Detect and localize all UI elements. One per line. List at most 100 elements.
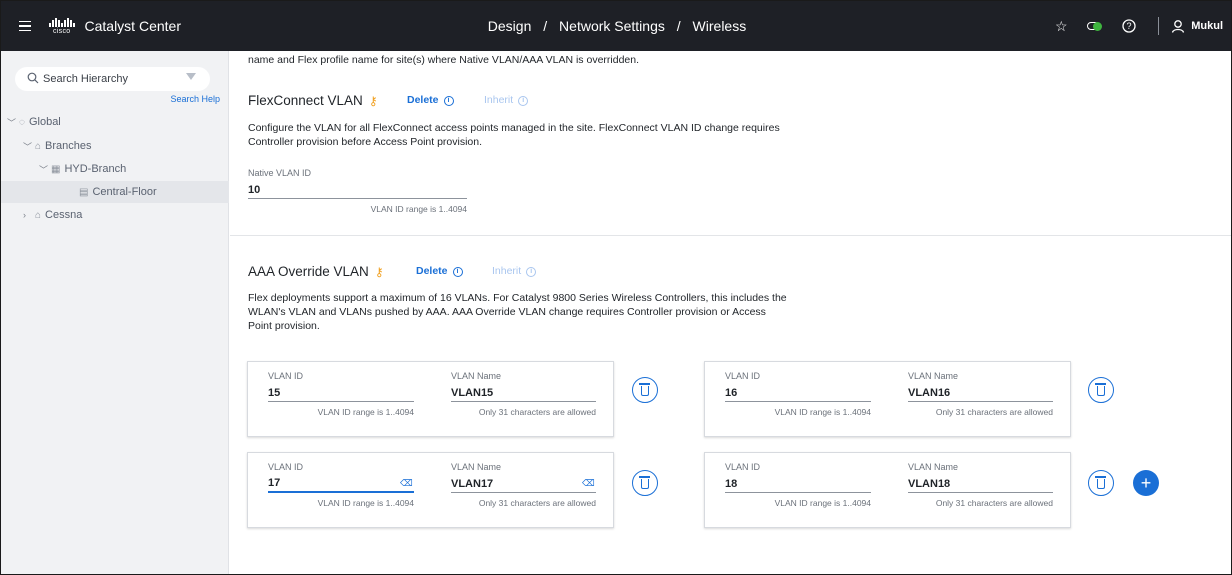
tree-item-hyd-branch[interactable]: ﹀ ▦ HYD-Branch (39, 158, 126, 180)
vlan-card: VLAN ID VLAN ID range is 1..4094 VLAN Na… (704, 452, 1071, 528)
vlan-id-input[interactable] (725, 475, 871, 493)
vlan-id-helper: VLAN ID range is 1..4094 (774, 407, 871, 417)
delete-vlan-button[interactable] (632, 377, 658, 403)
vlan-id-label: VLAN ID (268, 462, 304, 472)
star-icon[interactable]: ☆ (1044, 1, 1078, 51)
info-icon[interactable]: i (452, 267, 463, 277)
delete-vlan-button[interactable] (632, 470, 658, 496)
delete-label: Delete (416, 265, 448, 277)
chevron-down-icon[interactable]: ﹀ (23, 140, 35, 153)
tree-item-label: Global (28, 116, 61, 128)
flexconnect-delete-button[interactable]: Delete i (407, 94, 454, 106)
aaa-description-line2: WLAN's VLAN and VLANs pushed by AAA. AAA… (248, 306, 766, 318)
key-icon: ⚷ (368, 93, 378, 108)
vlan-name-input[interactable] (908, 475, 1053, 493)
top-bar: cisco Catalyst Center Design / Network S… (1, 1, 1231, 51)
vlan-name-input[interactable] (451, 475, 596, 493)
vlan-id-input[interactable] (268, 475, 414, 493)
floor-icon: ▤ (79, 186, 89, 198)
user-icon (1172, 20, 1185, 33)
section-title: AAA Override VLAN (248, 264, 369, 279)
tree-item-label: Cessna (45, 209, 83, 221)
info-icon[interactable]: i (526, 267, 537, 277)
vlan-name-helper: Only 31 characters are allowed (478, 498, 596, 508)
search-hierarchy-box (15, 67, 210, 91)
cisco-logo: cisco (49, 17, 75, 35)
inherit-label: Inherit (492, 265, 522, 277)
delete-vlan-button[interactable] (1088, 470, 1114, 496)
vlan-id-input[interactable] (268, 384, 414, 402)
building-icon: ⌂ (35, 209, 42, 221)
breadcrumb-design[interactable]: Design (488, 18, 532, 34)
trash-icon (1095, 383, 1106, 396)
breadcrumb-separator: / (676, 18, 681, 34)
key-icon: ⚷ (374, 264, 384, 279)
aaa-override-vlan-heading: AAA Override VLAN ⚷ (248, 264, 384, 279)
user-name: Mukul (1191, 20, 1223, 32)
vlan-name-label: VLAN Name (451, 371, 502, 381)
vlan-id-label: VLAN ID (268, 371, 304, 381)
native-vlan-label: Native VLAN ID (248, 168, 312, 178)
info-icon[interactable]: i (518, 96, 529, 106)
vlan-id-input[interactable] (725, 384, 871, 402)
vlan-name-input[interactable] (451, 384, 596, 402)
native-vlan-helper: VLAN ID range is 1..4094 (370, 204, 467, 214)
vlan-id-helper: VLAN ID range is 1..4094 (774, 498, 871, 508)
vlan-id-label: VLAN ID (725, 371, 761, 381)
tree-item-global[interactable]: ﹀ ◌ Global (7, 111, 61, 133)
tree-item-branches[interactable]: ﹀ ⌂ Branches (23, 135, 92, 157)
flexconnect-description-line2: Controller provision before Access Point… (248, 136, 483, 148)
breadcrumb-wireless: Wireless (692, 18, 747, 34)
help-icon[interactable]: ? (1112, 1, 1146, 51)
menu-icon[interactable] (9, 20, 41, 32)
clear-input-icon[interactable]: ⌫ (582, 478, 595, 489)
tree-item-label: Branches (45, 140, 92, 152)
info-icon[interactable]: i (443, 96, 454, 106)
cisco-wordmark: cisco (53, 27, 71, 35)
chevron-down-icon[interactable]: ﹀ (7, 116, 19, 129)
search-hierarchy-input[interactable] (43, 73, 173, 85)
tree-item-cessna[interactable]: › ⌂ Cessna (23, 204, 82, 226)
tree-item-label: HYD-Branch (64, 163, 127, 175)
health-icon[interactable] (1078, 1, 1112, 51)
vlan-card: VLAN ID VLAN ID range is 1..4094 VLAN Na… (247, 361, 614, 437)
tree-item-central-floor[interactable]: ▤ Central-Floor (79, 181, 157, 203)
chevron-right-icon[interactable]: › (23, 210, 35, 220)
delete-vlan-button[interactable] (1088, 377, 1114, 403)
filter-icon[interactable] (186, 73, 196, 80)
vlan-name-label: VLAN Name (451, 462, 502, 472)
user-menu[interactable]: Mukul (1171, 19, 1223, 33)
vlan-name-input[interactable] (908, 384, 1053, 402)
trash-icon (1095, 476, 1106, 489)
vlan-name-label: VLAN Name (908, 462, 959, 472)
trash-icon (639, 383, 650, 396)
aaa-inherit-button[interactable]: Inherit i (492, 265, 537, 277)
add-vlan-button[interactable]: + (1133, 470, 1159, 496)
top-bar-actions: ☆ ? Mukul (1044, 1, 1231, 51)
clear-input-icon[interactable]: ⌫ (400, 478, 413, 489)
vlan-name-helper: Only 31 characters are allowed (478, 407, 596, 417)
trash-icon (639, 476, 650, 489)
floor-building-icon: ▦ (51, 163, 61, 175)
flexconnect-inherit-button[interactable]: Inherit i (484, 94, 529, 106)
vlan-id-helper: VLAN ID range is 1..4094 (317, 498, 414, 508)
search-help-link[interactable]: Search Help (170, 94, 220, 104)
chevron-down-icon[interactable]: ﹀ (39, 163, 51, 176)
vlan-name-helper: Only 31 characters are allowed (935, 407, 1053, 417)
svg-text:?: ? (1127, 21, 1132, 31)
flexconnect-vlan-heading: FlexConnect VLAN ⚷ (248, 93, 378, 108)
intro-text: name and Flex profile name for site(s) w… (248, 54, 640, 66)
aaa-delete-button[interactable]: Delete i (416, 265, 463, 277)
inherit-label: Inherit (484, 94, 514, 106)
location-icon: ◌ (19, 116, 25, 128)
app-title: Catalyst Center (84, 18, 181, 34)
aaa-description-line1: Flex deployments support a maximum of 16… (248, 292, 787, 304)
section-divider (230, 235, 1231, 236)
site-hierarchy-sidebar: Search Help ﹀ ◌ Global ﹀ ⌂ Branches ﹀ ▦ … (1, 51, 229, 574)
divider (1158, 17, 1160, 35)
native-vlan-input[interactable] (248, 181, 467, 199)
vlan-id-label: VLAN ID (725, 462, 761, 472)
breadcrumb-network-settings[interactable]: Network Settings (559, 18, 665, 34)
flexconnect-description-line1: Configure the VLAN for all FlexConnect a… (248, 122, 780, 134)
search-icon (27, 72, 39, 87)
